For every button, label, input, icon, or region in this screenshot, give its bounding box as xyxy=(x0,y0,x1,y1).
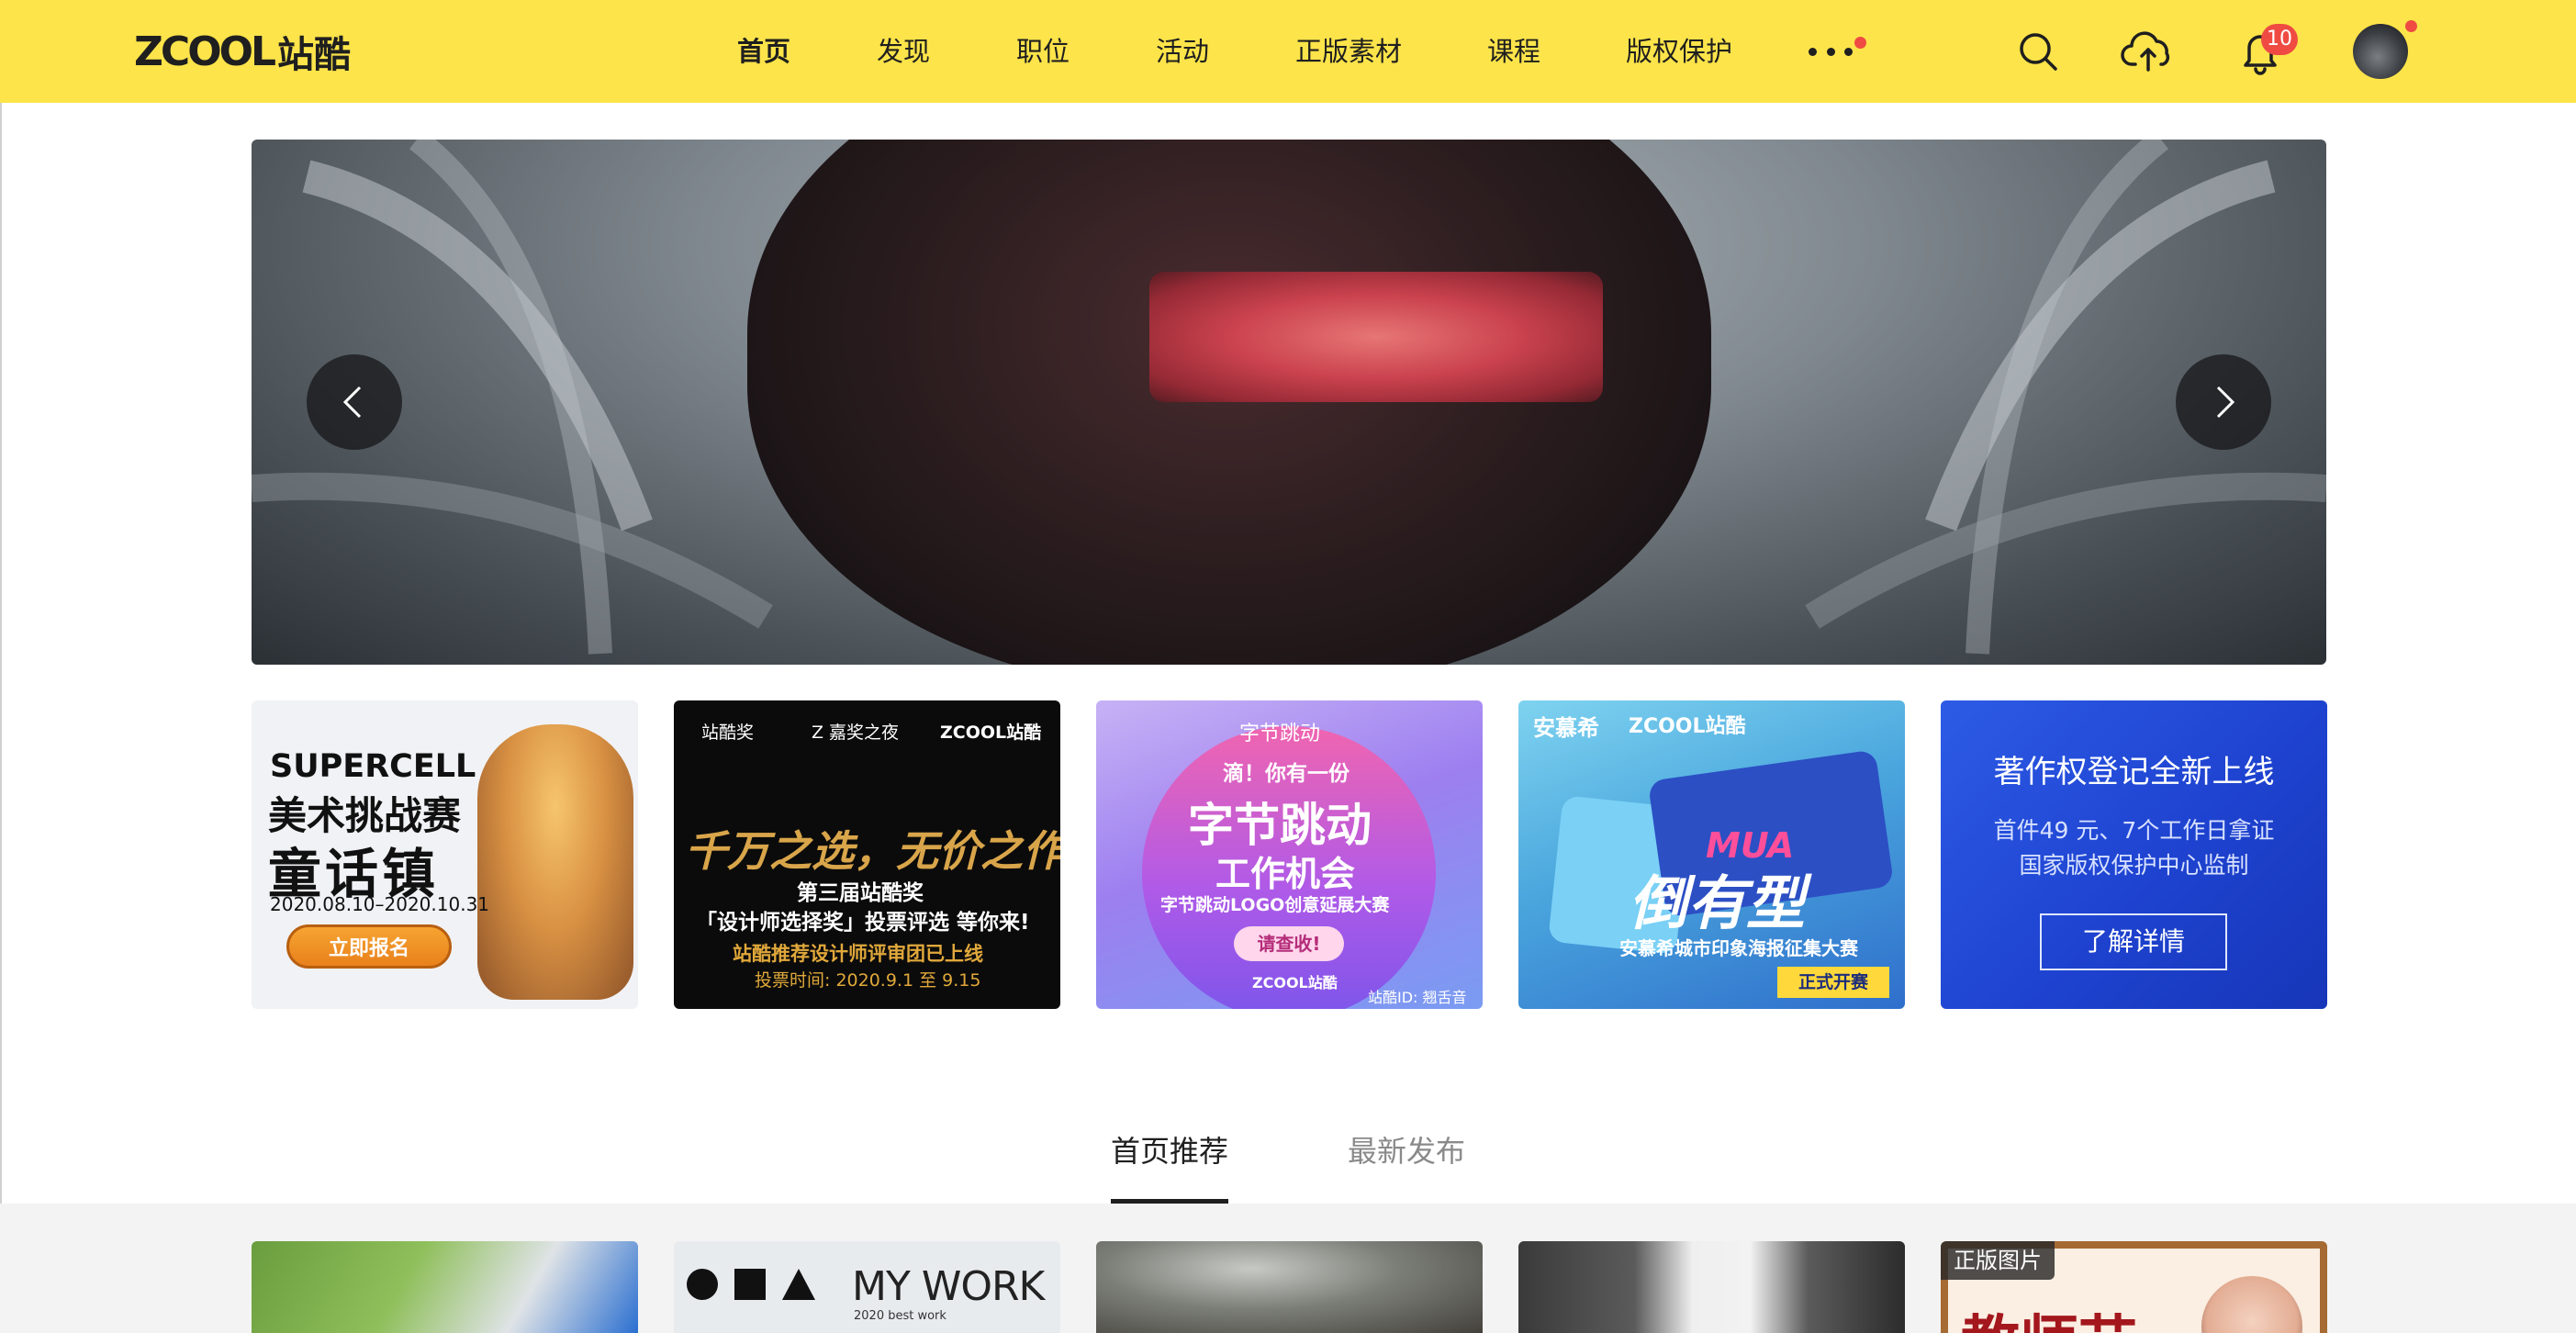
promo-header-left: 安慕希 xyxy=(1533,715,1599,741)
chevron-right-icon xyxy=(2216,386,2235,419)
check-button[interactable]: 请查收! xyxy=(1234,926,1344,961)
promo-header-left: 站酷奖 xyxy=(701,723,755,743)
notification-count-badge: 10 xyxy=(2261,24,2298,55)
promo-header-right: ZCOOL站酷 xyxy=(940,723,1042,743)
promo-footer-brand: ZCOOL站酷 xyxy=(1252,974,1338,991)
more-dot xyxy=(1809,47,1817,56)
promo-header-right: ZCOOL站酷 xyxy=(1629,715,1746,738)
promo-headline: 千万之选，无价之作 xyxy=(685,826,1060,876)
licensed-image-label: 正版图片 xyxy=(1941,1241,2055,1280)
promo-vote-dates: 投票时间: 2020.9.1 至 9.15 xyxy=(755,970,981,991)
register-button[interactable]: 立即报名 xyxy=(286,924,452,969)
promo-line: 国家版权保护中心监制 xyxy=(2019,852,2249,879)
feed-card-thumbnail[interactable] xyxy=(1518,1241,1905,1333)
nav-item-copyright[interactable]: 版权保护 xyxy=(1626,30,1732,73)
promo-title: 著作权登记全新上线 xyxy=(1993,754,2275,790)
upload-button[interactable] xyxy=(2119,22,2178,81)
hero-helmet-art xyxy=(747,140,1711,665)
thumbnail-title: 教师节 xyxy=(1961,1296,2137,1333)
feed-card-thumbnail[interactable] xyxy=(252,1241,638,1333)
promo-dates: 2020.08.10–2020.10.31 xyxy=(270,893,490,915)
promo-subtitle: 安慕希城市印象海报征集大赛 xyxy=(1619,937,1858,959)
promo-status-tag: 正式开赛 xyxy=(1777,967,1889,998)
more-dot xyxy=(1844,47,1853,56)
more-notification-dot xyxy=(1854,37,1866,49)
more-menu-button[interactable] xyxy=(1809,30,1853,73)
promo-card-supercell[interactable]: SUPERCELL 美术挑战赛 童话镇 2020.08.10–2020.10.3… xyxy=(252,700,638,1009)
square-icon xyxy=(734,1269,766,1300)
thumbnail-title: MY WORK xyxy=(852,1263,1045,1310)
search-button[interactable] xyxy=(2009,22,2067,81)
thumbnail-subtitle: 2020 best work xyxy=(854,1309,946,1323)
promo-card-zcool-awards[interactable]: 站酷奖 Z 嘉奖之夜 ZCOOL站酷 千万之选，无价之作 第三届站酷奖 「设计师… xyxy=(674,700,1060,1009)
tab-home-recommended[interactable]: 首页推荐 xyxy=(1111,1124,1228,1179)
top-navigation-bar: ZCOOL 站酷 首页 发现 职位 活动 正版素材 课程 版权保护 10 xyxy=(0,0,2576,103)
promo-card-bytedance[interactable]: 字节跳动 滴！你有一份 字节跳动 工作机会 字节跳动LOGO创意延展大赛 请查收… xyxy=(1096,700,1483,1009)
feed-card-thumbnail[interactable]: 教师节 正版图片 xyxy=(1941,1241,2327,1333)
promo-title: SUPERCELL xyxy=(270,748,476,785)
thumbnail-icon-row xyxy=(687,1269,815,1300)
feed-card-thumbnail[interactable]: MY WORK 2020 best work xyxy=(674,1241,1060,1333)
carousel-prev-button[interactable] xyxy=(307,354,402,450)
triangle-icon xyxy=(782,1269,815,1300)
zcool-logo[interactable]: ZCOOL 站酷 xyxy=(134,28,352,77)
user-avatar[interactable] xyxy=(2353,24,2408,79)
nav-item-events[interactable]: 活动 xyxy=(1156,30,1209,73)
promo-line: 第三届站酷奖 xyxy=(797,881,924,905)
chevron-left-icon xyxy=(342,386,362,419)
search-icon xyxy=(2020,33,2057,71)
promo-footer-credit: 站酷ID: 翘舌音 xyxy=(1368,989,1467,1006)
page-edge xyxy=(0,103,2,1333)
promo-line: 「设计师选择奖」投票评选 等你来! xyxy=(696,911,1030,935)
hero-visor-art xyxy=(1149,272,1603,402)
teacher-illustration xyxy=(2201,1276,2302,1333)
hero-carousel[interactable] xyxy=(252,140,2326,665)
promo-line: 首件49 元、7个工作日拿证 xyxy=(1993,817,2275,844)
nav-item-discover[interactable]: 发现 xyxy=(877,30,930,73)
learn-more-button[interactable]: 了解详情 xyxy=(2040,913,2227,970)
feed-card-thumbnail[interactable] xyxy=(1096,1241,1483,1333)
nav-item-stock[interactable]: 正版素材 xyxy=(1295,30,1402,73)
barbarian-illustration xyxy=(477,724,633,1000)
promo-header-mid: Z 嘉奖之夜 xyxy=(812,723,900,743)
cloud-upload-icon xyxy=(2121,31,2170,72)
nav-item-jobs[interactable]: 职位 xyxy=(1016,30,1070,73)
tab-latest[interactable]: 最新发布 xyxy=(1348,1124,1465,1179)
avatar-notification-dot xyxy=(2405,20,2417,32)
promo-card-copyright[interactable]: 著作权登记全新上线 首件49 元、7个工作日拿证 国家版权保护中心监制 了解详情 xyxy=(1941,700,2327,1009)
promo-line: 滴！你有一份 xyxy=(1223,762,1350,786)
promo-card-anmuxi[interactable]: 安慕希 ZCOOL站酷 MUA 倒有型 安慕希城市印象海报征集大赛 正式开赛 xyxy=(1518,700,1905,1009)
promo-brand: 字节跳动 xyxy=(1239,723,1321,745)
nav-item-courses[interactable]: 课程 xyxy=(1487,30,1540,73)
promo-headline: 倒有型 xyxy=(1629,870,1805,938)
promo-subheadline: 工作机会 xyxy=(1215,854,1356,894)
logo-cjk: 站酷 xyxy=(277,34,352,76)
promo-line: 站酷推荐设计师评审团已上线 xyxy=(733,943,983,965)
logo-wordmark: ZCOOL xyxy=(134,28,276,75)
nav-item-home[interactable]: 首页 xyxy=(737,30,790,73)
carousel-next-button[interactable] xyxy=(2176,354,2271,450)
circle-icon xyxy=(687,1269,718,1300)
more-dot xyxy=(1826,47,1835,56)
promo-line: 字节跳动LOGO创意延展大赛 xyxy=(1160,895,1390,915)
